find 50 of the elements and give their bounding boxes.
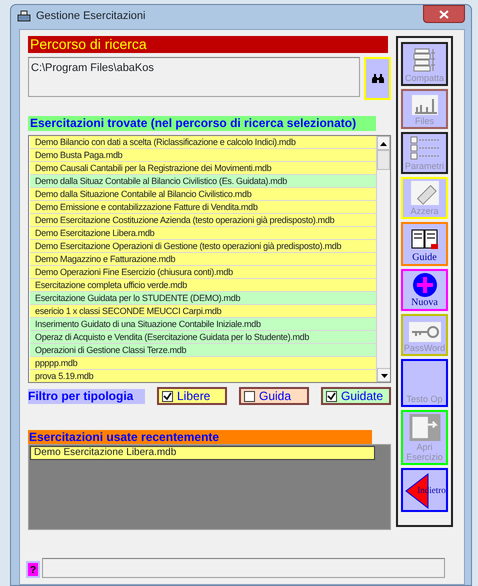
filter-checkbox[interactable]: Guida	[239, 387, 309, 405]
section-heading: Esercitazioni trovate (nel percorso di ricerca selezionato)	[28, 116, 376, 131]
list-item[interactable]: Demo dalla Situaz Contabile al Bilancio Civilistico (Es. Guidata).mdb	[30, 175, 377, 188]
path-field[interactable]: C:\Program Files\abaKos	[28, 57, 360, 97]
checklist-icon	[408, 135, 440, 161]
up-arrow-icon	[380, 142, 387, 146]
check-icon	[163, 392, 172, 400]
list-item[interactable]: Demo Esercitazione Operazioni di Gestione (testo operazioni già predisposto).mdb	[30, 240, 377, 253]
filter-checkbox[interactable]: Libere	[157, 387, 227, 405]
list-item[interactable]: prova 5.19.mdb	[30, 370, 377, 382]
list-item[interactable]: esericio 1 x classi SECONDE MEUCCI Carpi.mdb	[30, 305, 377, 318]
close-button[interactable]	[423, 5, 465, 23]
list-item[interactable]: Demo Busta Paga.mdb	[30, 149, 377, 162]
filter-checkbox[interactable]: Guidate	[321, 387, 391, 405]
list-item[interactable]: Esercitazione completa ufficio verde.mdb	[30, 279, 377, 292]
filter-label: Filtro per tipologia	[28, 388, 145, 404]
list-item[interactable]: Demo Emissione e contabilizzazione Fatture di Vendita.mdb	[30, 201, 377, 214]
scroll-down-button[interactable]	[377, 368, 390, 382]
list-item[interactable]: ppppp.mdb	[30, 357, 377, 370]
window-title: Gestione Esercitazioni	[36, 8, 146, 24]
list-item[interactable]: Inserimento Guidato di una Situazione Contabile Iniziale.mdb	[30, 318, 377, 331]
down-arrow-icon	[380, 374, 388, 378]
toolbar-button[interactable]: Nuova	[401, 269, 448, 311]
check-icon	[327, 392, 336, 400]
list-item[interactable]: Demo Esercitazione Libera.mdb	[30, 227, 377, 240]
list-item[interactable]: Operazioni di Gestione Classi Terze.mdb	[30, 344, 377, 357]
eraser-icon	[408, 180, 440, 206]
key-icon	[408, 321, 442, 343]
browse-button[interactable]	[364, 57, 391, 100]
section-heading: Percorso di ricerca	[28, 36, 388, 53]
binoculars-icon	[372, 74, 384, 83]
scrollbar-thumb[interactable]	[377, 150, 390, 170]
close-icon	[439, 10, 449, 18]
scroll-up-button[interactable]	[377, 136, 390, 150]
list-item[interactable]: Demo Esercitazione Libera.mdb	[30, 446, 375, 460]
list-item[interactable]: Demo Esercitazione Costituzione Azienda (testo operazioni già predisposto).mdb	[30, 214, 377, 227]
list-item[interactable]: Esercitazione Guidata per lo STUDENTE (DEMO).mdb	[30, 292, 377, 305]
list-item[interactable]: Demo Operazioni Fine Esercizio (chiusura conti).mdb	[30, 266, 377, 279]
chart-icon	[410, 94, 438, 116]
plus-icon	[412, 272, 438, 298]
list-item[interactable]: Demo Causali Cantabili per la Registrazione dei Movimenti.mdb	[30, 162, 377, 175]
help-button[interactable]: ?	[26, 561, 40, 578]
list-item[interactable]: Demo Bilancio con dati a scelta (Riclassificazione e calcolo Indici).mdb	[30, 136, 377, 149]
list-item[interactable]: Demo Magazzino e Fatturazione.mdb	[30, 253, 377, 266]
toolbar-button[interactable]: Guide	[401, 222, 448, 266]
list-item[interactable]: Demo dalla Situazione Contabile al Bilancio Civilistico.mdb	[30, 188, 377, 201]
app-icon	[17, 10, 31, 22]
section-heading: Esercitazioni usate recentemente	[28, 430, 372, 444]
list-item[interactable]: Operaz di Acquisto e Vendita (Esercitazione Guidata per lo Studente).mdb	[30, 331, 377, 344]
file-icon	[408, 413, 442, 442]
